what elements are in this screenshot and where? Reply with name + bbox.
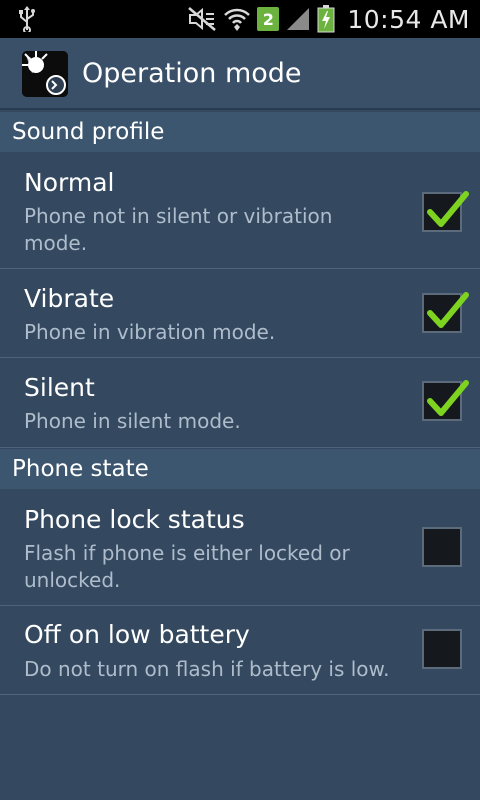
setting-subtitle: Flash if phone is either locked or unloc… [24, 541, 350, 592]
flashlight-app-icon[interactable] [22, 51, 68, 97]
setting-subtitle: Phone not in silent or vibration mode. [24, 204, 333, 255]
setting-subtitle: Phone in silent mode. [24, 409, 241, 433]
setting-row-silent[interactable]: Silent Phone in silent mode. [0, 358, 480, 448]
setting-subtitle: Do not turn on flash if battery is low. [24, 657, 390, 681]
usb-icon [19, 6, 35, 32]
wifi-icon [224, 8, 251, 31]
checkmark-icon [427, 191, 469, 227]
checkbox-phone-lock-status[interactable] [422, 527, 462, 567]
sim-icon: 2 [257, 7, 280, 31]
setting-title: Normal [24, 168, 115, 197]
checkbox-normal[interactable] [422, 191, 469, 232]
section-header-phone-state: Phone state [0, 449, 480, 489]
setting-subtitle: Phone in vibration mode. [24, 320, 276, 344]
setting-row-normal[interactable]: Normal Phone not in silent or vibration … [0, 152, 480, 269]
title-bar: Operation mode [0, 38, 480, 110]
checkbox-vibrate[interactable] [422, 292, 469, 333]
setting-title: Silent [24, 373, 95, 402]
section-header-sound-profile: Sound profile [0, 112, 480, 152]
mute-icon [188, 7, 217, 31]
checkmark-icon [427, 380, 469, 416]
setting-title: Vibrate [24, 284, 115, 313]
setting-row-phone-lock-status[interactable]: Phone lock status Flash if phone is eith… [0, 489, 480, 606]
setting-title: Phone lock status [24, 505, 245, 534]
battery-charging-icon [317, 5, 335, 33]
setting-title: Off on low battery [24, 620, 250, 649]
setting-row-vibrate[interactable]: Vibrate Phone in vibration mode. [0, 269, 480, 358]
setting-row-off-on-low-battery[interactable]: Off on low battery Do not turn on flash … [0, 606, 480, 695]
checkbox-off-on-low-battery[interactable] [422, 629, 462, 669]
checkbox-silent[interactable] [422, 380, 469, 421]
status-bar: 2 10:54 AM [0, 0, 480, 38]
checkmark-icon [427, 292, 469, 328]
page-title: Operation mode [82, 58, 302, 89]
signal-icon [287, 8, 310, 30]
clock: 10:54 AM [347, 4, 470, 34]
